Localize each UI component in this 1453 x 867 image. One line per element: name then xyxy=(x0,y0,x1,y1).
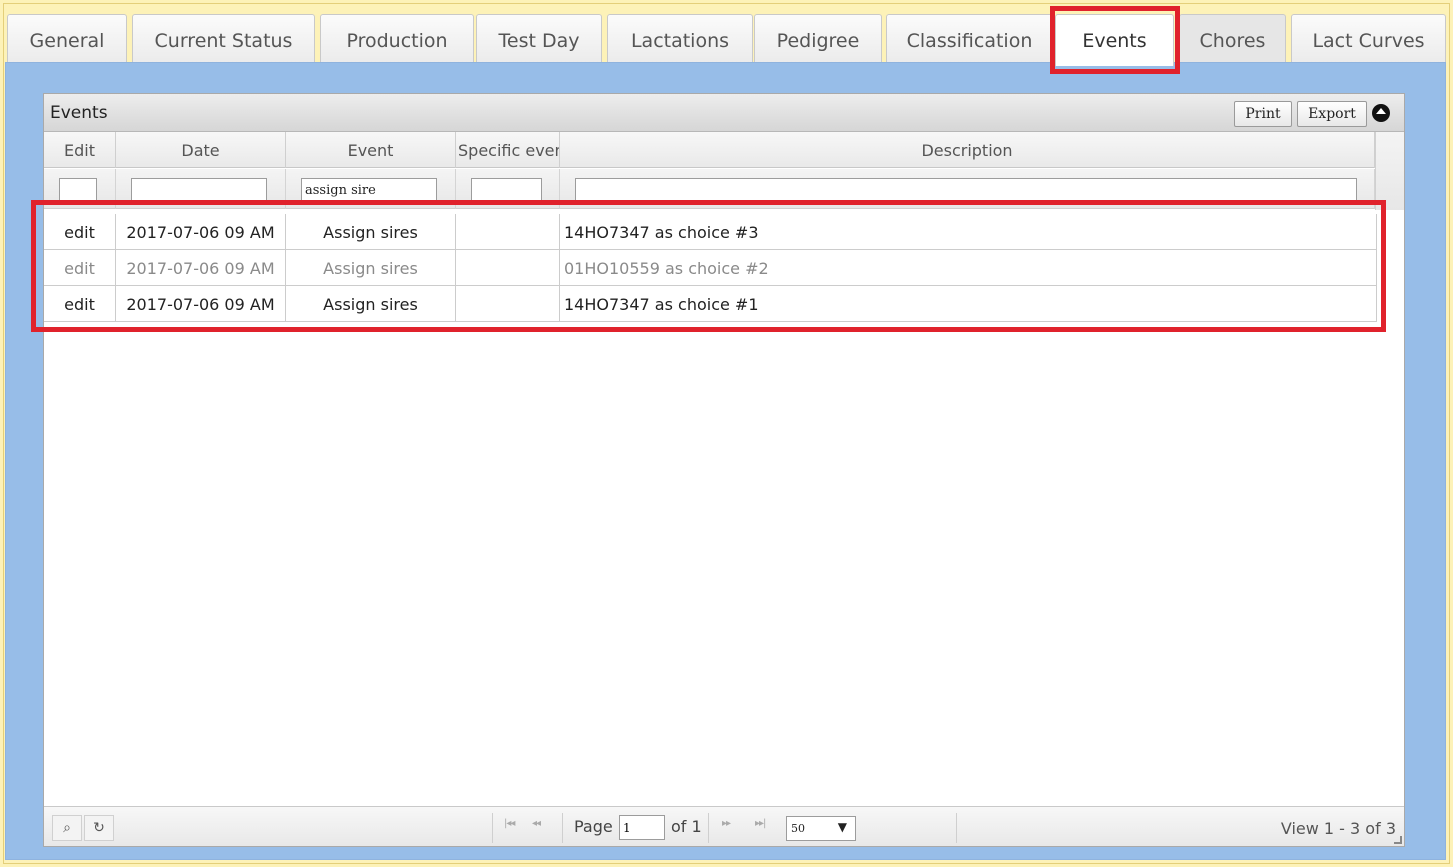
column-header-edit[interactable]: Edit xyxy=(44,132,116,168)
refresh-icon[interactable]: ↻ xyxy=(84,815,114,841)
page-size-select[interactable]: 50 ▼ xyxy=(786,816,856,841)
grid-pager: ⌕ ↻ |◂◂ ◂◂ Page of 1 ▸▸ ▸▸| 50 ▼ View 1 … xyxy=(44,806,1404,846)
specific-event-cell xyxy=(456,286,560,322)
filter-edit-input[interactable] xyxy=(59,178,97,203)
events-grid: Events Print Export Edit Date Event Spec… xyxy=(43,93,1405,847)
edit-link[interactable]: edit xyxy=(44,286,116,322)
tab-test-day[interactable]: Test Day xyxy=(476,14,602,66)
tab-lactations[interactable]: Lactations xyxy=(607,14,753,66)
page-label: Page xyxy=(574,817,613,836)
date-cell: 2017-07-06 09 AM xyxy=(116,286,286,322)
page-count-label: of 1 xyxy=(671,817,702,836)
last-page-icon[interactable]: ▸▸| xyxy=(755,818,766,829)
column-header-event[interactable]: Event xyxy=(286,132,456,168)
event-cell: Assign sires xyxy=(286,286,456,322)
event-cell: Assign sires xyxy=(286,250,456,286)
filter-event-input[interactable] xyxy=(301,178,437,203)
filter-date-input[interactable] xyxy=(131,178,267,203)
description-cell: 01HO10559 as choice #2 xyxy=(560,250,1377,286)
page-size-value: 50 xyxy=(791,822,805,835)
table-row[interactable]: edit 2017-07-06 09 AM Assign sires 14HO7… xyxy=(44,214,1377,250)
specific-event-cell xyxy=(456,250,560,286)
tab-classification[interactable]: Classification xyxy=(886,14,1053,66)
tab-pedigree[interactable]: Pedigree xyxy=(754,14,882,66)
filter-specific-event-input[interactable] xyxy=(471,178,542,203)
search-icon[interactable]: ⌕ xyxy=(52,815,82,841)
export-button[interactable]: Export xyxy=(1297,101,1367,127)
event-cell: Assign sires xyxy=(286,214,456,250)
prev-page-icon[interactable]: ◂◂ xyxy=(532,818,541,829)
column-header-row: Edit Date Event Specific event Descripti… xyxy=(44,132,1375,168)
grid-caption-bar: Events Print Export xyxy=(44,94,1404,132)
column-header-date[interactable]: Date xyxy=(116,132,286,168)
print-button[interactable]: Print xyxy=(1234,101,1292,127)
filter-description-input[interactable] xyxy=(575,178,1357,203)
tab-production[interactable]: Production xyxy=(320,14,474,66)
collapse-icon[interactable] xyxy=(1372,104,1390,122)
grid-title: Events xyxy=(50,103,108,123)
tab-chores[interactable]: Chores xyxy=(1179,14,1286,66)
date-cell: 2017-07-06 09 AM xyxy=(116,214,286,250)
tab-bar: General Current Status Production Test D… xyxy=(4,10,1448,66)
description-cell: 14HO7347 as choice #3 xyxy=(560,214,1377,250)
table-row[interactable]: edit 2017-07-06 09 AM Assign sires 01HO1… xyxy=(44,250,1377,286)
tab-events[interactable]: Events xyxy=(1055,14,1174,66)
tab-current-status[interactable]: Current Status xyxy=(132,14,315,66)
chevron-down-icon: ▼ xyxy=(837,820,847,834)
edit-link[interactable]: edit xyxy=(44,214,116,250)
resize-handle-icon[interactable] xyxy=(1394,836,1402,844)
page-number-input[interactable] xyxy=(619,815,665,840)
tab-content: Events Print Export Edit Date Event Spec… xyxy=(5,62,1446,860)
specific-event-cell xyxy=(456,214,560,250)
edit-link[interactable]: edit xyxy=(44,250,116,286)
tab-lact-curves[interactable]: Lact Curves xyxy=(1291,14,1446,66)
first-page-icon[interactable]: |◂◂ xyxy=(504,818,515,829)
table-row[interactable]: edit 2017-07-06 09 AM Assign sires 14HO7… xyxy=(44,286,1377,322)
next-page-icon[interactable]: ▸▸ xyxy=(722,818,731,829)
description-cell: 14HO7347 as choice #1 xyxy=(560,286,1377,322)
record-count-text: View 1 - 3 of 3 xyxy=(1280,819,1396,838)
column-header-description[interactable]: Description xyxy=(560,132,1375,168)
date-cell: 2017-07-06 09 AM xyxy=(116,250,286,286)
column-header-specific-event[interactable]: Specific event xyxy=(456,132,560,168)
tab-general[interactable]: General xyxy=(7,14,127,66)
filter-row xyxy=(44,169,1375,209)
header-scroll-gutter xyxy=(1375,132,1404,210)
